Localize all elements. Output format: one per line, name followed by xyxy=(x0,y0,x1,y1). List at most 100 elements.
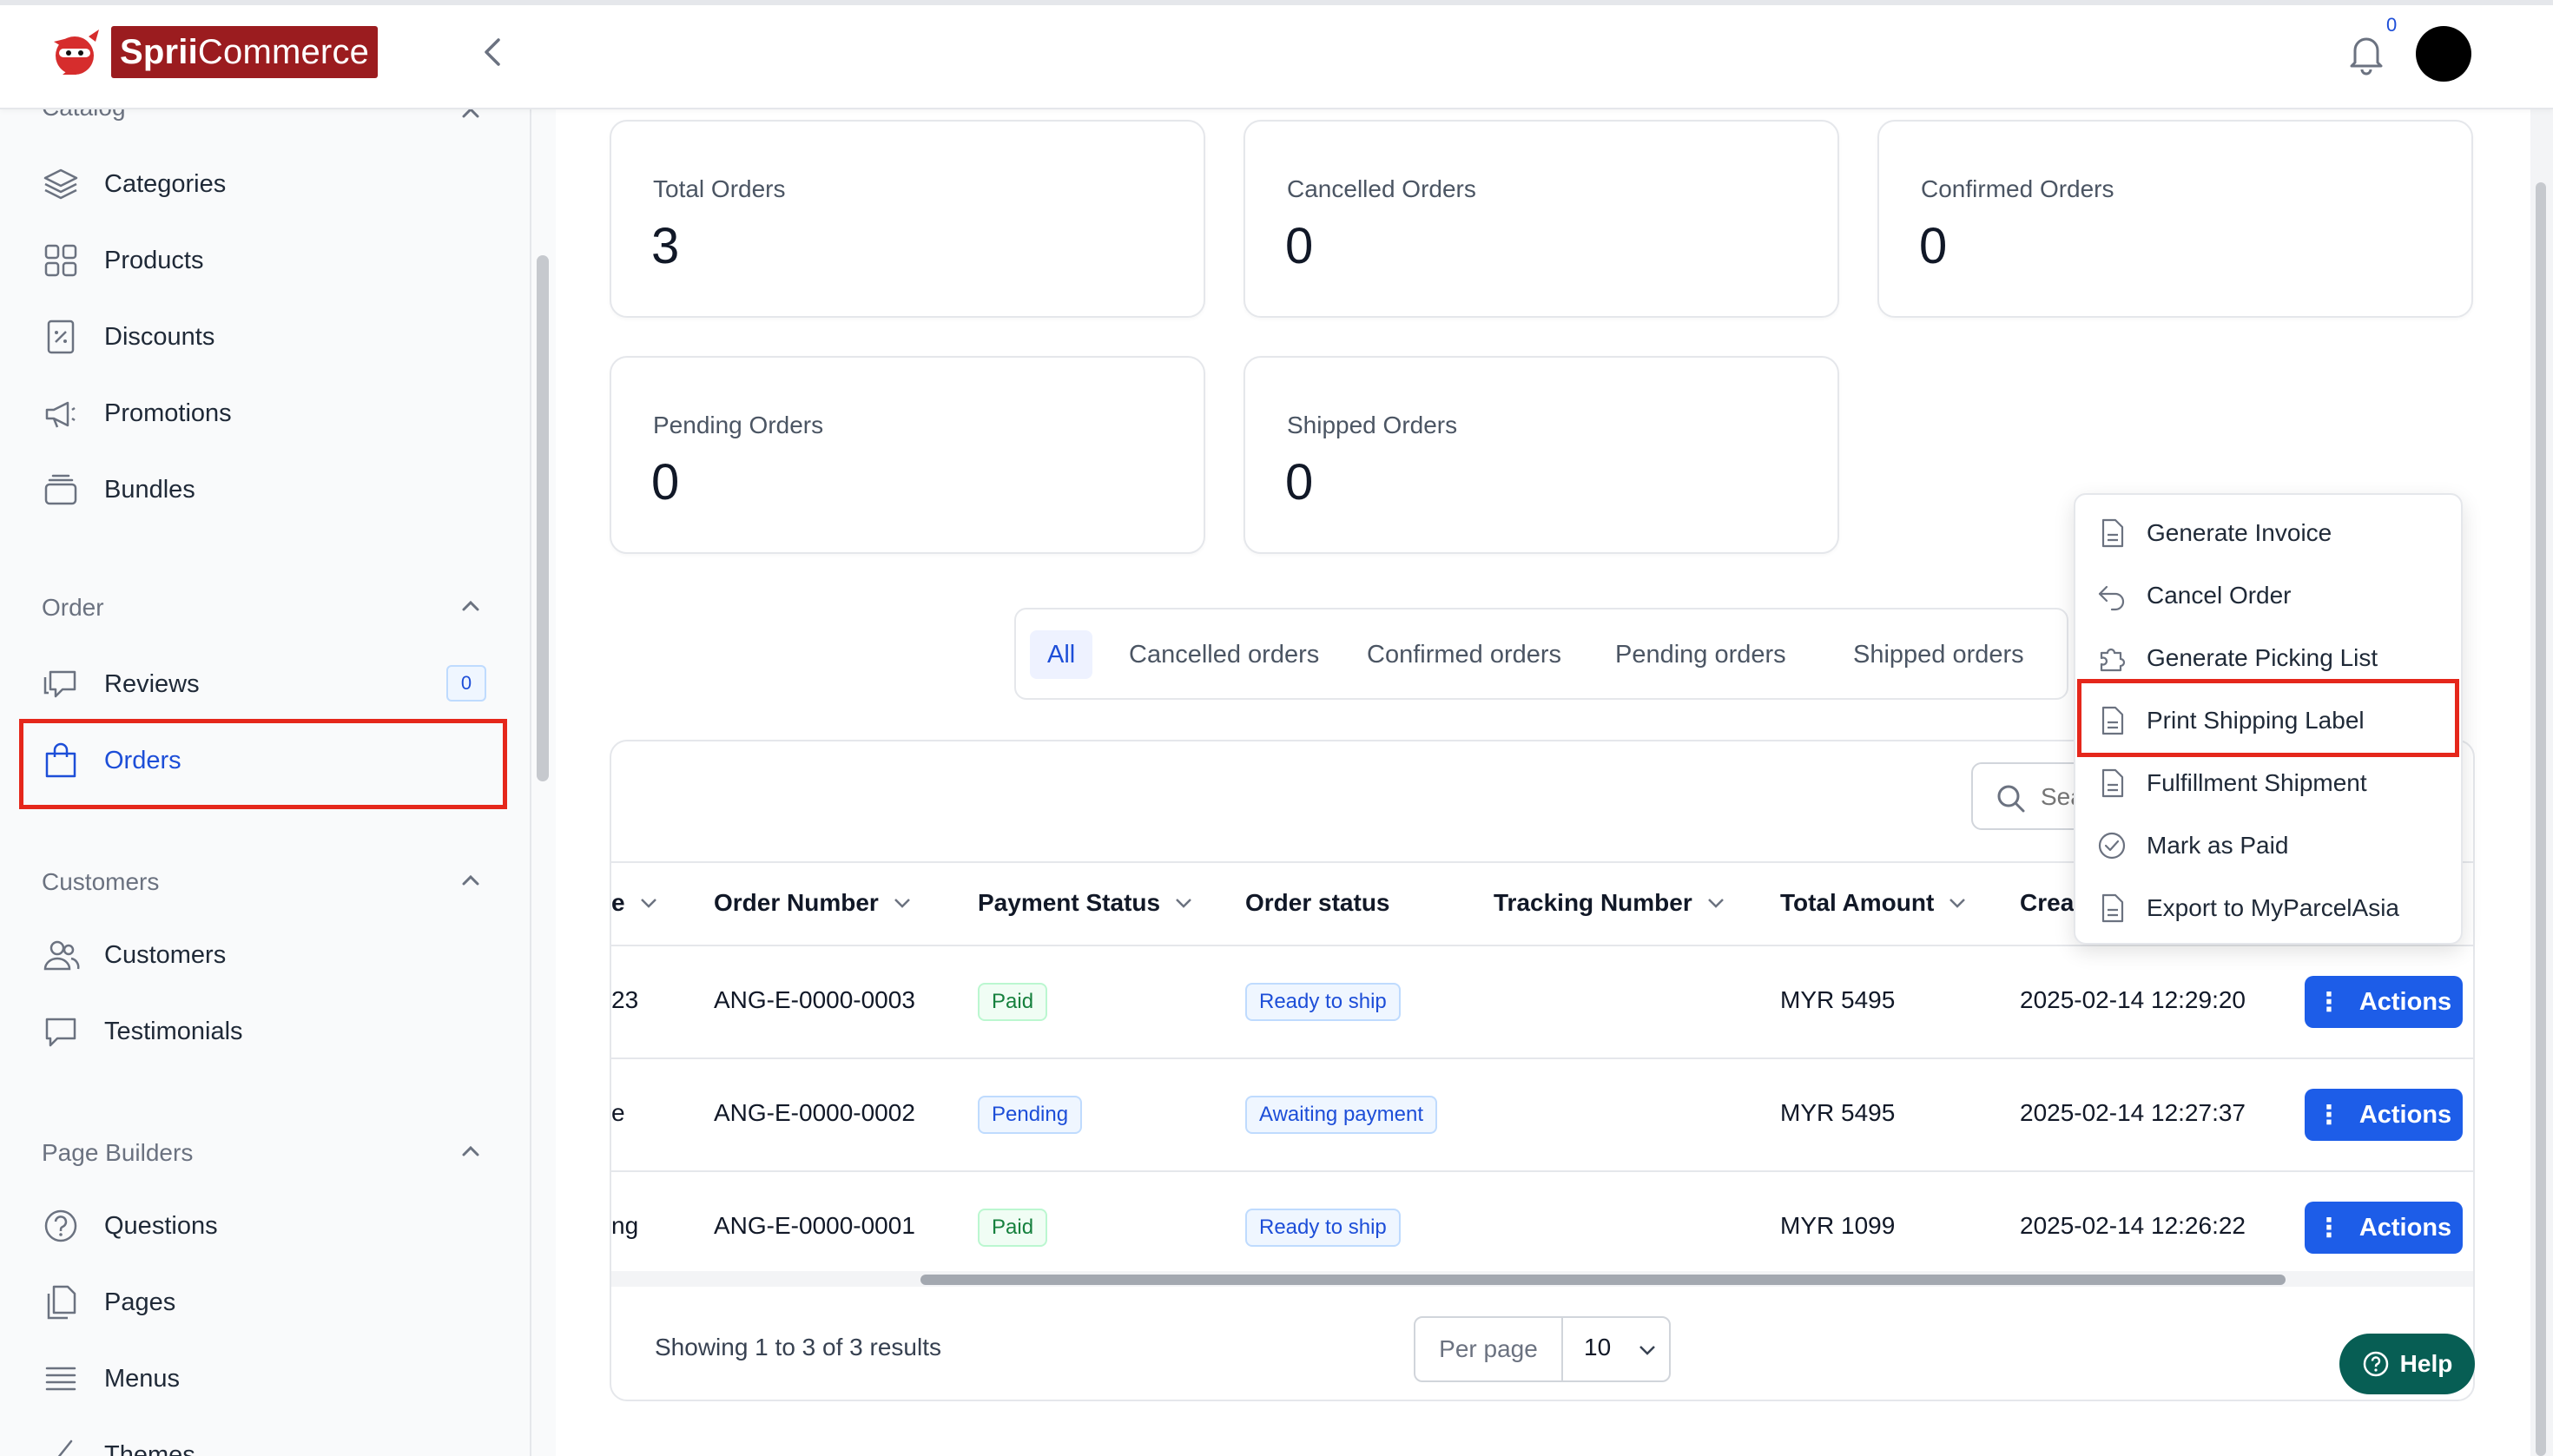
stat-value: 0 xyxy=(651,454,680,511)
order-status-badge: Ready to ship xyxy=(1245,1209,1401,1247)
actions-button[interactable]: ⋮ Actions xyxy=(2305,1202,2463,1254)
check-circle-icon xyxy=(2098,832,2126,860)
actions-button[interactable]: ⋮ Actions xyxy=(2305,976,2463,1028)
actions-button[interactable]: ⋮ Actions xyxy=(2305,1089,2463,1141)
table-row: 23 ANG-E-0000-0003 Paid Ready to ship MY… xyxy=(611,946,2473,1059)
sidebar-scrollbar-thumb[interactable] xyxy=(537,255,549,781)
question-circle-icon xyxy=(2363,1351,2388,1377)
per-page-label: Per page xyxy=(1415,1318,1563,1380)
document-icon xyxy=(2101,768,2124,798)
sidebar-item-questions[interactable]: Questions xyxy=(42,1198,218,1254)
column-header-created[interactable]: Crea xyxy=(2020,889,2074,917)
menu-item-fulfillment-shipment[interactable]: Fulfillment Shipment xyxy=(2096,755,2367,811)
sidebar-item-label: Customers xyxy=(104,940,227,969)
cell-order-number[interactable]: ANG-E-0000-0003 xyxy=(714,986,915,1014)
column-header-tracking-number[interactable]: Tracking Number xyxy=(1494,889,1725,917)
top-strip xyxy=(0,0,2553,5)
menu-item-cancel-order[interactable]: Cancel Order xyxy=(2096,568,2292,623)
kebab-icon: ⋮ xyxy=(2315,1100,2342,1130)
megaphone-icon xyxy=(45,401,76,428)
sidebar-item-categories[interactable]: Categories xyxy=(42,156,226,212)
sidebar-item-label: Orders xyxy=(104,746,181,774)
tab-cancelled-orders[interactable]: Cancelled orders xyxy=(1112,630,1336,679)
menu-item-generate-invoice[interactable]: Generate Invoice xyxy=(2096,505,2332,561)
sidebar-item-reviews[interactable]: Reviews xyxy=(42,656,200,712)
sidebar-group-customers[interactable]: Customers xyxy=(42,868,159,896)
page-scrollbar-thumb[interactable] xyxy=(2536,182,2546,1456)
order-status-badge: Awaiting payment xyxy=(1245,1096,1437,1134)
stat-label: Pending Orders xyxy=(653,412,824,438)
table-row: ng ANG-E-0000-0001 Paid Ready to ship MY… xyxy=(611,1172,2473,1285)
column-header-total-amount[interactable]: Total Amount xyxy=(1780,889,1967,917)
chevron-down-icon xyxy=(1707,899,1724,908)
sidebar-item-label: Discounts xyxy=(104,322,215,351)
payment-status-badge: Paid xyxy=(978,1209,1048,1247)
undo-arrow-icon xyxy=(2098,585,2125,611)
chevron-up-icon[interactable] xyxy=(458,109,483,122)
tab-confirmed-orders[interactable]: Confirmed orders xyxy=(1349,630,1579,679)
ninja-logo-icon xyxy=(54,30,99,75)
tab-all[interactable]: All xyxy=(1030,630,1093,679)
chevron-down-icon xyxy=(640,899,656,908)
sidebar: Catalog Categories Products Discounts Pr… xyxy=(0,109,531,1456)
user-avatar[interactable] xyxy=(2416,26,2471,82)
payment-status-badge: Paid xyxy=(978,983,1048,1021)
cell-created-at: 2025-02-14 12:27:37 xyxy=(2020,1099,2246,1126)
sidebar-item-promotions[interactable]: Promotions xyxy=(42,385,232,441)
column-header-order-status: Order status xyxy=(1245,889,1390,916)
payment-status-badge: Pending xyxy=(978,1096,1083,1134)
menu-item-export-to-myparcelasia[interactable]: Export to MyParcelAsia xyxy=(2096,880,2399,936)
chevron-up-icon[interactable] xyxy=(458,872,483,889)
sidebar-item-menus[interactable]: Menus xyxy=(42,1351,180,1407)
menu-item-mark-as-paid[interactable]: Mark as Paid xyxy=(2096,818,2288,873)
order-status-badge: Ready to ship xyxy=(1245,983,1401,1021)
top-bar: SpriiCommerce 0 xyxy=(0,0,2553,109)
sidebar-item-label: Bundles xyxy=(104,475,195,504)
sidebar-group-catalog[interactable]: Catalog xyxy=(42,109,126,122)
stat-card-confirmed-orders: Confirmed Orders 0 xyxy=(1877,120,2473,318)
sidebar-item-customers[interactable]: Customers xyxy=(42,927,226,983)
sidebar-item-bundles[interactable]: Bundles xyxy=(42,462,195,517)
stat-label: Cancelled Orders xyxy=(1287,175,1476,202)
cell-total-amount: MYR 5495 xyxy=(1780,1099,1896,1126)
stat-card-total-orders: Total Orders 3 xyxy=(610,120,1205,318)
brand-logo[interactable]: SpriiCommerce xyxy=(45,24,379,80)
column-header-payment-status[interactable]: Payment Status xyxy=(978,889,1193,917)
document-icon xyxy=(2101,893,2124,923)
per-page-value: 10 xyxy=(1584,1334,1612,1360)
horizontal-scrollbar-thumb[interactable] xyxy=(920,1275,2286,1285)
cell-name: ng xyxy=(611,1212,639,1239)
sidebar-item-themes[interactable]: Themes xyxy=(42,1427,195,1456)
sidebar-item-label: Promotions xyxy=(104,399,232,427)
search-icon xyxy=(1997,785,2025,813)
sidebar-item-label: Menus xyxy=(104,1364,181,1393)
column-header-order-number[interactable]: Order Number xyxy=(714,889,912,917)
chevron-up-icon[interactable] xyxy=(458,597,483,615)
cell-order-number[interactable]: ANG-E-0000-0002 xyxy=(714,1099,915,1127)
tab-pending-orders[interactable]: Pending orders xyxy=(1598,630,1804,679)
sidebar-item-pages[interactable]: Pages xyxy=(42,1275,175,1330)
cell-order-number[interactable]: ANG-E-0000-0001 xyxy=(714,1212,915,1240)
column-header-name[interactable]: e xyxy=(611,889,658,917)
collapse-sidebar-icon[interactable] xyxy=(476,33,511,71)
sidebar-item-orders[interactable]: Orders xyxy=(42,733,181,788)
sidebar-item-products[interactable]: Products xyxy=(42,233,203,288)
sidebar-group-page-builders[interactable]: Page Builders xyxy=(42,1139,193,1167)
tab-shipped-orders[interactable]: Shipped orders xyxy=(1836,630,2042,679)
stack-box-icon xyxy=(44,474,77,505)
stat-card-cancelled-orders: Cancelled Orders 0 xyxy=(1244,120,1839,318)
sidebar-item-label: Testimonials xyxy=(104,1017,243,1045)
menu-item-generate-picking-list[interactable]: Generate Picking List xyxy=(2096,630,2378,686)
per-page-select[interactable]: Per page 10 xyxy=(1414,1316,1671,1382)
sidebar-group-order[interactable]: Order xyxy=(42,594,104,622)
bell-icon[interactable] xyxy=(2345,30,2388,76)
sidebar-item-discounts[interactable]: Discounts xyxy=(42,309,214,365)
document-icon xyxy=(2101,706,2124,735)
speech-icon xyxy=(45,1018,76,1047)
sidebar-item-testimonials[interactable]: Testimonials xyxy=(42,1004,243,1059)
help-button[interactable]: Help xyxy=(2339,1334,2475,1394)
chevron-up-icon[interactable] xyxy=(458,1143,483,1160)
sidebar-item-label: Categories xyxy=(104,169,227,198)
brush-icon xyxy=(57,1440,73,1456)
menu-item-print-shipping-label[interactable]: Print Shipping Label xyxy=(2096,693,2365,748)
